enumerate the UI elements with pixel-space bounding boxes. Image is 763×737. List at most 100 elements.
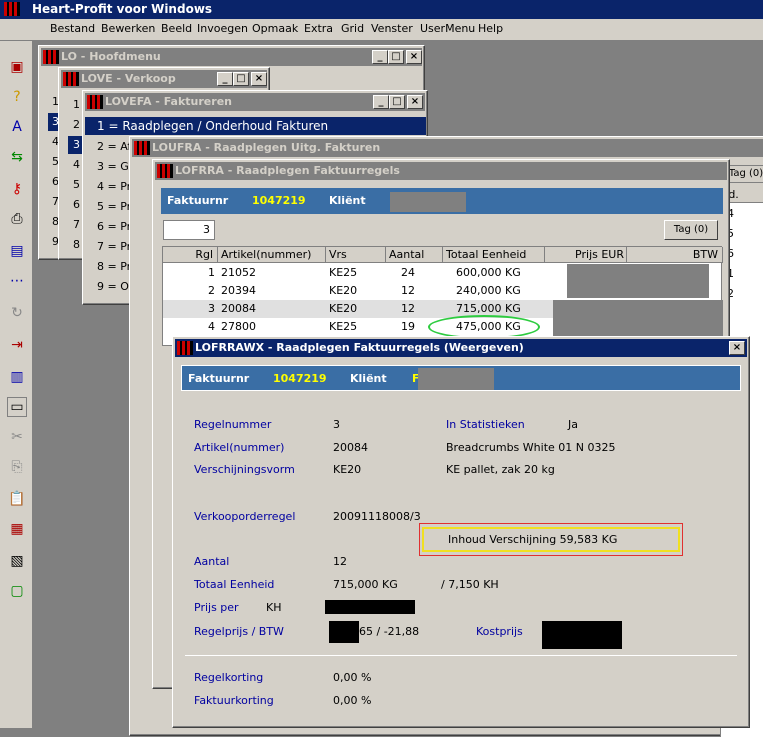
cell-artikel: 20394 (221, 284, 256, 297)
lovefa-titlebar[interactable]: LOVEFA - Faktureren _ □ × (85, 93, 425, 111)
close-button[interactable]: × (251, 72, 267, 86)
menu-bewerken[interactable]: Bewerken (101, 22, 155, 35)
loufra-title: LOUFRA - Raadplegen Uitg. Fakturen (152, 141, 381, 154)
maximize-button[interactable]: □ (388, 50, 404, 64)
klient-label: Kliënt (350, 372, 387, 385)
menu-extra[interactable]: Extra (304, 22, 333, 35)
cell-aantal: 24 (401, 266, 415, 279)
font-icon[interactable]: A (7, 117, 27, 137)
menu-venster[interactable]: Venster (371, 22, 413, 35)
prijs-redaction (325, 600, 415, 614)
line-number-input[interactable]: 3 (163, 220, 215, 240)
lofrra-titlebar[interactable]: LOFRRA - Raadplegen Faktuurregels (155, 162, 727, 180)
lovefa-item[interactable]: 4 = Pr (97, 180, 131, 193)
move-icon[interactable]: ⇆ (7, 147, 27, 167)
copy-icon[interactable]: ⎘ (7, 457, 27, 477)
col-header-prijs[interactable]: Prijs EUR (545, 247, 627, 263)
col-header-aantal[interactable]: Aantal (386, 247, 443, 263)
lofrra-title: LOFRRA - Raadplegen Faktuurregels (175, 164, 400, 177)
cell-totaal: 600,000 KG (456, 266, 521, 279)
kostprijs-redaction (542, 621, 622, 649)
regelprijs-value: 65 / -21,88 (359, 625, 420, 638)
cell-vrs: KE25 (329, 266, 358, 279)
cell-vrs: KE25 (329, 320, 358, 333)
lovefa-item[interactable]: 6 = Pr (97, 220, 131, 233)
klient-redaction (390, 192, 466, 212)
print-icon[interactable]: ⎙ (7, 209, 27, 229)
love-item[interactable]: 7 (73, 218, 80, 231)
app-title: Heart-Profit voor Windows (32, 2, 213, 16)
col-header-btw[interactable]: BTW (627, 247, 723, 263)
maximize-button[interactable]: □ (233, 72, 249, 86)
monitor-icon[interactable]: ▢ (7, 581, 27, 601)
cell-totaal: 240,000 KG (456, 284, 521, 297)
loufra-logo-icon (134, 141, 150, 155)
close-button[interactable]: × (407, 95, 423, 109)
artikel-label: Artikel(nummer) (194, 441, 285, 454)
minimize-button[interactable]: _ (217, 72, 233, 86)
minimize-button[interactable]: _ (373, 95, 389, 109)
print-preview-icon[interactable]: ▣ (7, 57, 27, 77)
refresh-icon[interactable]: ↻ (7, 303, 27, 323)
price-redaction (567, 264, 709, 298)
love-item[interactable]: 1 (73, 98, 80, 111)
tag-button[interactable]: Tag (0) (664, 220, 718, 240)
love-item[interactable]: 2 (73, 118, 80, 131)
lofrrawx-titlebar[interactable]: LOFRRAWX - Raadplegen Faktuurregels (Wee… (175, 339, 747, 357)
menu-invoegen[interactable]: Invoegen (197, 22, 248, 35)
menu-usermenu[interactable]: UserMenu (420, 22, 475, 35)
lovefa-item[interactable]: 7 = Pr (97, 240, 131, 253)
lo-titlebar[interactable]: LO - Hoofdmenu _ □ × (41, 48, 422, 66)
love-item[interactable]: 8 (73, 238, 80, 251)
help-icon[interactable]: ? (7, 87, 27, 107)
cell-aantal: 19 (401, 320, 415, 333)
col-header-vrs[interactable]: Vrs (326, 247, 386, 263)
menu-beeld[interactable]: Beeld (161, 22, 192, 35)
lovefa-item[interactable]: 2 = Af (97, 140, 131, 153)
cell-rgl: 1 (208, 266, 215, 279)
menubar: Bestand Bewerken Beeld Invoegen Opmaak E… (0, 19, 763, 41)
lovefa-item-selected[interactable]: 1 = Raadplegen / Onderhoud Fakturen (85, 117, 426, 135)
love-item[interactable]: 4 (73, 158, 80, 171)
export-icon[interactable]: ⇥ (7, 335, 27, 355)
loufra-tag-button[interactable]: Tag (0) (726, 165, 763, 183)
menu-grid[interactable]: Grid (341, 22, 364, 35)
app-logo-icon (4, 2, 20, 16)
chart-icon[interactable]: ▥ (7, 367, 27, 387)
loufra-titlebar[interactable]: LOUFRA - Raadplegen Uitg. Fakturen (132, 139, 763, 157)
regelkorting-label: Regelkorting (194, 671, 264, 684)
price-redaction (553, 300, 723, 336)
frame-icon[interactable]: ▭ (7, 397, 27, 417)
lovefa-item[interactable]: 8 = Pr (97, 260, 131, 273)
love-item[interactable]: 6 (73, 198, 80, 211)
love-titlebar[interactable]: LOVE - Verkoop _ □ × (61, 70, 267, 88)
key-icon[interactable]: ⚷ (7, 179, 27, 199)
menu-bestand[interactable]: Bestand (50, 22, 95, 35)
doc-settings-icon[interactable]: ▧ (7, 551, 27, 571)
cut-icon[interactable]: ✂ (7, 427, 27, 447)
inhoud-highlight-box: Inhoud Verschijning 59,583 KG (419, 523, 683, 556)
minimize-button[interactable]: _ (372, 50, 388, 64)
dots-icon[interactable]: ⋯ (7, 271, 27, 291)
faktuurnr-value: 1047219 (273, 372, 327, 385)
close-button[interactable]: × (406, 50, 422, 64)
maximize-button[interactable]: □ (389, 95, 405, 109)
left-toolbar: ▣ ? A ⇆ ⚷ ⎙ ▤ ⋯ ↻ ⇥ ▥ ▭ ✂ ⎘ 📋 ▦ ▧ ▢ (0, 41, 33, 728)
window-icon[interactable]: ▤ (7, 241, 27, 261)
paste-special-icon[interactable]: ▦ (7, 519, 27, 539)
close-button[interactable]: × (729, 341, 745, 355)
lovefa-item[interactable]: 5 = Pr (97, 200, 131, 213)
menu-help[interactable]: Help (478, 22, 503, 35)
cell-aantal: 12 (401, 302, 415, 315)
faktuurnr-label: Faktuurnr (167, 194, 229, 207)
col-header-totaal[interactable]: Totaal Eenheid (443, 247, 545, 263)
regelnummer-label: Regelnummer (194, 418, 272, 431)
faktuurnr-label: Faktuurnr (188, 372, 250, 385)
col-header-rgl[interactable]: Rgl (163, 247, 218, 263)
prijs-per-unit: KH (266, 601, 282, 614)
love-item[interactable]: 5 (73, 178, 80, 191)
col-header-artikel[interactable]: Artikel(nummer) (218, 247, 326, 263)
paste-icon[interactable]: 📋 (7, 489, 27, 509)
menu-opmaak[interactable]: Opmaak (252, 22, 298, 35)
klient-redaction (418, 368, 494, 390)
